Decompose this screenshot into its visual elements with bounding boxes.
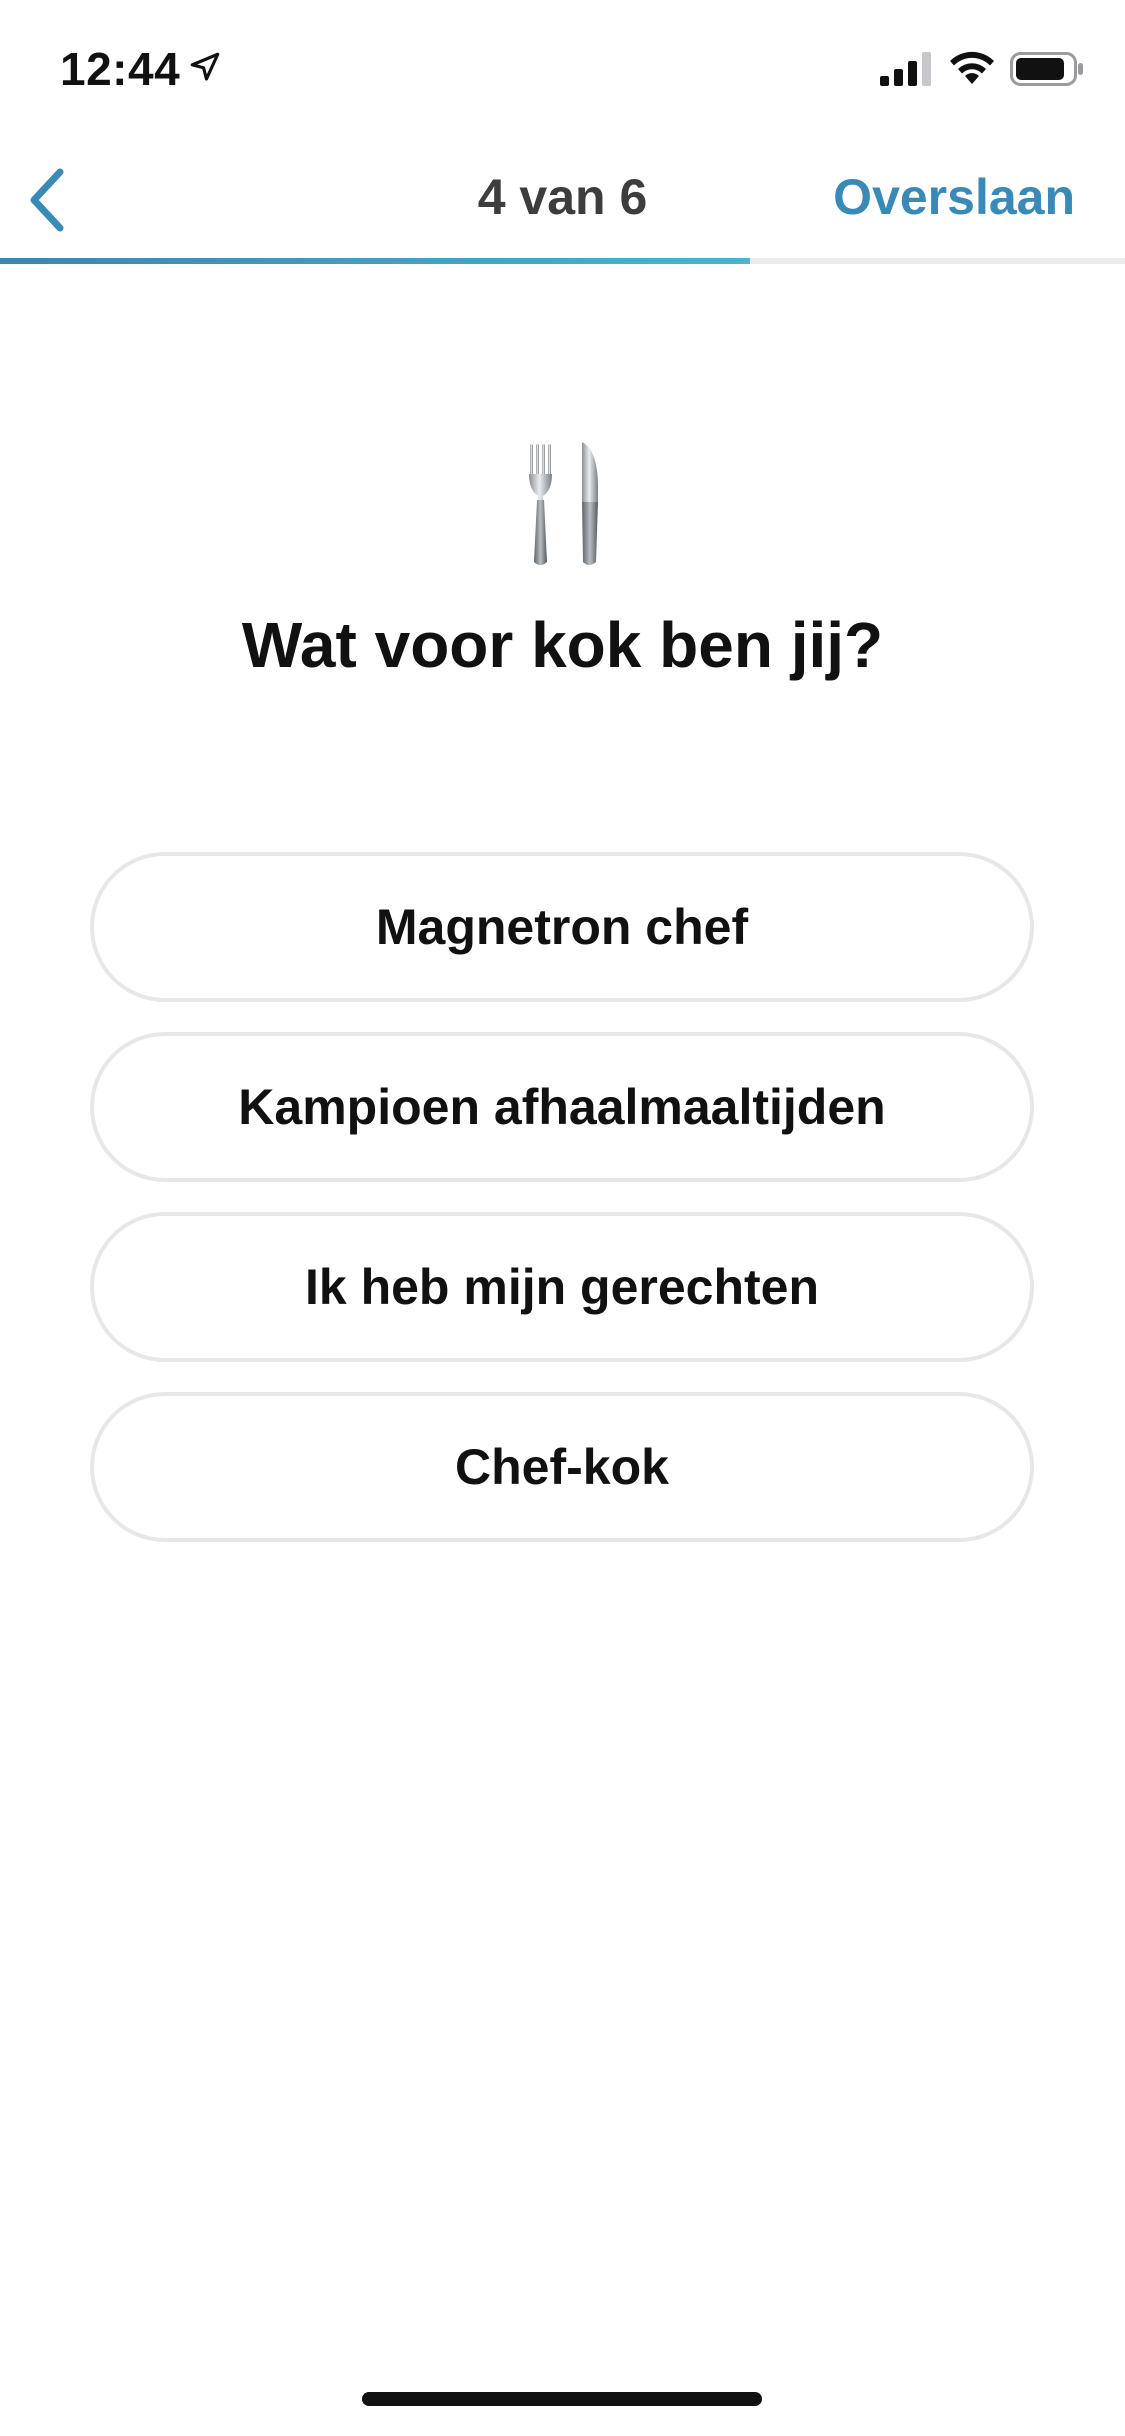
nav-bar: 4 van 6 Overslaan bbox=[0, 132, 1125, 260]
battery-icon bbox=[1010, 52, 1083, 86]
option-chef-kok[interactable]: Chef-kok bbox=[90, 1392, 1034, 1542]
answer-options: Magnetron chef Kampioen afhaalmaaltijden… bbox=[90, 852, 1034, 1572]
wifi-icon bbox=[950, 51, 994, 84]
option-ik-heb-mijn-gerechten[interactable]: Ik heb mijn gerechten bbox=[90, 1212, 1034, 1362]
skip-button[interactable]: Overslaan bbox=[833, 168, 1075, 226]
status-time: 12:44 bbox=[60, 43, 181, 95]
location-arrow-icon bbox=[190, 52, 220, 81]
fork-and-knife-icon bbox=[529, 442, 598, 565]
progress-bar bbox=[0, 258, 1125, 264]
option-kampioen-afhaalmaaltijden[interactable]: Kampioen afhaalmaaltijden bbox=[90, 1032, 1034, 1182]
status-bar: 12:44 bbox=[0, 0, 1125, 132]
option-magnetron-chef[interactable]: Magnetron chef bbox=[90, 852, 1034, 1002]
home-indicator[interactable] bbox=[362, 2392, 762, 2406]
question-title: Wat voor kok ben jij? bbox=[241, 609, 884, 681]
progress-fill bbox=[0, 258, 751, 264]
cellular-signal-icon bbox=[880, 52, 931, 86]
